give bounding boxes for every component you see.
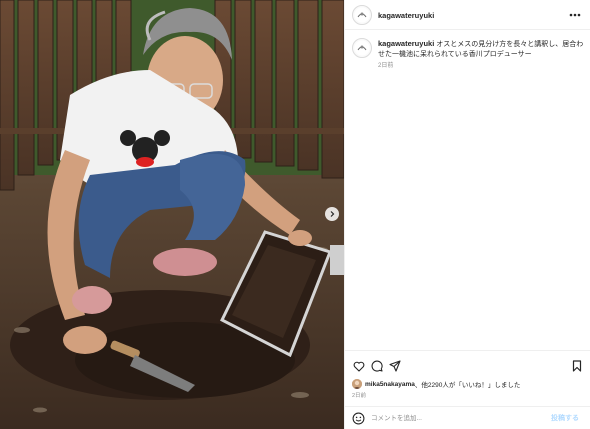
author-username[interactable]: kagawateruyuki <box>378 11 434 20</box>
comment-button[interactable] <box>370 359 384 373</box>
comment-bar: 投稿する <box>345 406 590 429</box>
comment-input[interactable] <box>371 411 531 426</box>
bookmark-icon <box>572 360 582 372</box>
post-side-panel: kagawateruyuki kagawateruyuki オスとメスの見分け方… <box>344 0 590 429</box>
caption-avatar[interactable] <box>352 38 372 58</box>
emoji-icon <box>352 412 365 425</box>
save-button[interactable] <box>570 359 584 373</box>
emoji-button[interactable] <box>352 412 365 425</box>
comment-icon <box>371 360 383 372</box>
avatar-image <box>354 40 370 56</box>
liker-username[interactable]: mika5nakayama <box>365 381 415 388</box>
post-date: 2日前 <box>352 393 367 399</box>
post-comment-button[interactable]: 投稿する <box>551 413 579 423</box>
post-header: kagawateruyuki <box>345 0 590 30</box>
instagram-post: kagawateruyuki kagawateruyuki オスとメスの見分け方… <box>0 0 590 429</box>
like-button[interactable] <box>352 359 366 373</box>
heart-icon <box>353 361 365 372</box>
more-options-button[interactable] <box>568 9 582 21</box>
more-horizontal-icon <box>569 13 581 17</box>
next-photo-button[interactable] <box>325 207 339 221</box>
author-avatar[interactable] <box>352 5 372 25</box>
post-actions: mika5nakayama 、他2290人が「いいね！」しました 2日前 <box>345 350 590 406</box>
liker-avatar[interactable] <box>352 379 362 389</box>
avatar-image <box>354 7 370 23</box>
caption-text-block: kagawateruyuki オスとメスの見分け方を長々と講釈し、居合わせた一機… <box>378 39 586 60</box>
photo-scene <box>0 0 344 429</box>
paper-plane-icon <box>389 360 401 372</box>
post-photo[interactable] <box>0 0 344 429</box>
likes-count-text[interactable]: 、他2290人が「いいね！」しました <box>415 379 520 389</box>
likes-summary: mika5nakayama 、他2290人が「いいね！」しました <box>352 378 520 390</box>
caption-username[interactable]: kagawateruyuki <box>378 39 434 48</box>
caption-section: kagawateruyuki オスとメスの見分け方を長々と講釈し、居合わせた一機… <box>345 30 590 350</box>
liker-avatar-image <box>352 379 362 389</box>
chevron-right-icon <box>330 211 335 217</box>
caption-timestamp: 2日前 <box>378 63 394 69</box>
share-button[interactable] <box>388 359 402 373</box>
